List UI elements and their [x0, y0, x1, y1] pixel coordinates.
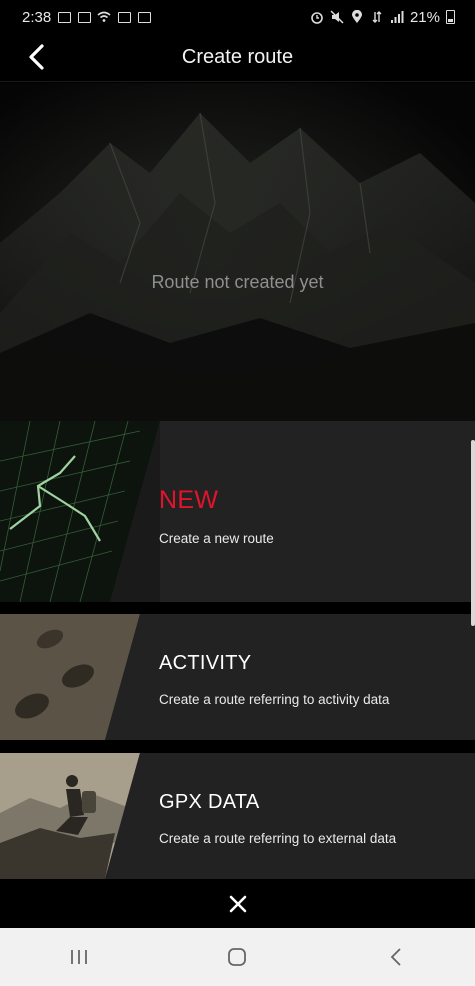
recent-apps-button[interactable]: [49, 937, 109, 977]
status-left: 2:38: [22, 9, 151, 26]
battery-icon: [446, 10, 455, 24]
data-icon: [370, 10, 384, 24]
scroll-indicator[interactable]: [471, 440, 475, 626]
battery-percent: 21%: [409, 8, 440, 26]
status-right: 21%: [310, 9, 455, 26]
option-title: NEW: [159, 486, 219, 514]
close-button[interactable]: [223, 889, 253, 919]
home-icon: [228, 948, 247, 966]
option-title: ACTIVITY: [159, 652, 252, 674]
alarm-icon: [310, 10, 324, 24]
location-icon: [350, 10, 364, 24]
status-bar: 2:38 21%: [0, 0, 475, 34]
page-title: Create route: [181, 46, 294, 68]
option-new-route[interactable]: NEW Create a new route: [0, 421, 475, 602]
wifi-icon: [97, 10, 111, 24]
hiker-thumbnail: [0, 753, 160, 879]
gmail-icon: [57, 10, 71, 24]
recent-apps-icon: [71, 950, 88, 964]
footprints-thumbnail: [0, 614, 160, 740]
home-button[interactable]: [207, 937, 267, 977]
option-activity-route[interactable]: ACTIVITY Create a route referring to act…: [0, 614, 475, 740]
system-nav-bar: [0, 928, 475, 986]
mute-icon: [330, 10, 344, 24]
terrain-grid-thumbnail: [0, 421, 160, 602]
route-empty-message: Route not created yet: [151, 272, 324, 292]
option-description: Create a route referring to activity dat…: [159, 692, 390, 707]
status-time: 2:38: [22, 8, 52, 26]
option-gpx-route[interactable]: GPX DATA Create a route referring to ext…: [0, 753, 475, 879]
image-icon: [117, 10, 131, 24]
close-bar: [0, 880, 475, 928]
gmail-icon: [77, 10, 91, 24]
route-map-preview: Route not created yet: [0, 83, 475, 421]
option-description: Create a new route: [159, 531, 274, 546]
signal-icon: [390, 10, 404, 24]
calendar-icon: [137, 10, 151, 24]
system-back-button[interactable]: [366, 937, 426, 977]
close-icon: [229, 895, 246, 913]
terrain-background: [0, 112, 475, 421]
back-icon: [390, 948, 401, 966]
header: Create route: [0, 34, 475, 82]
option-description: Create a route referring to external dat…: [159, 831, 397, 846]
option-title: GPX DATA: [159, 791, 260, 813]
